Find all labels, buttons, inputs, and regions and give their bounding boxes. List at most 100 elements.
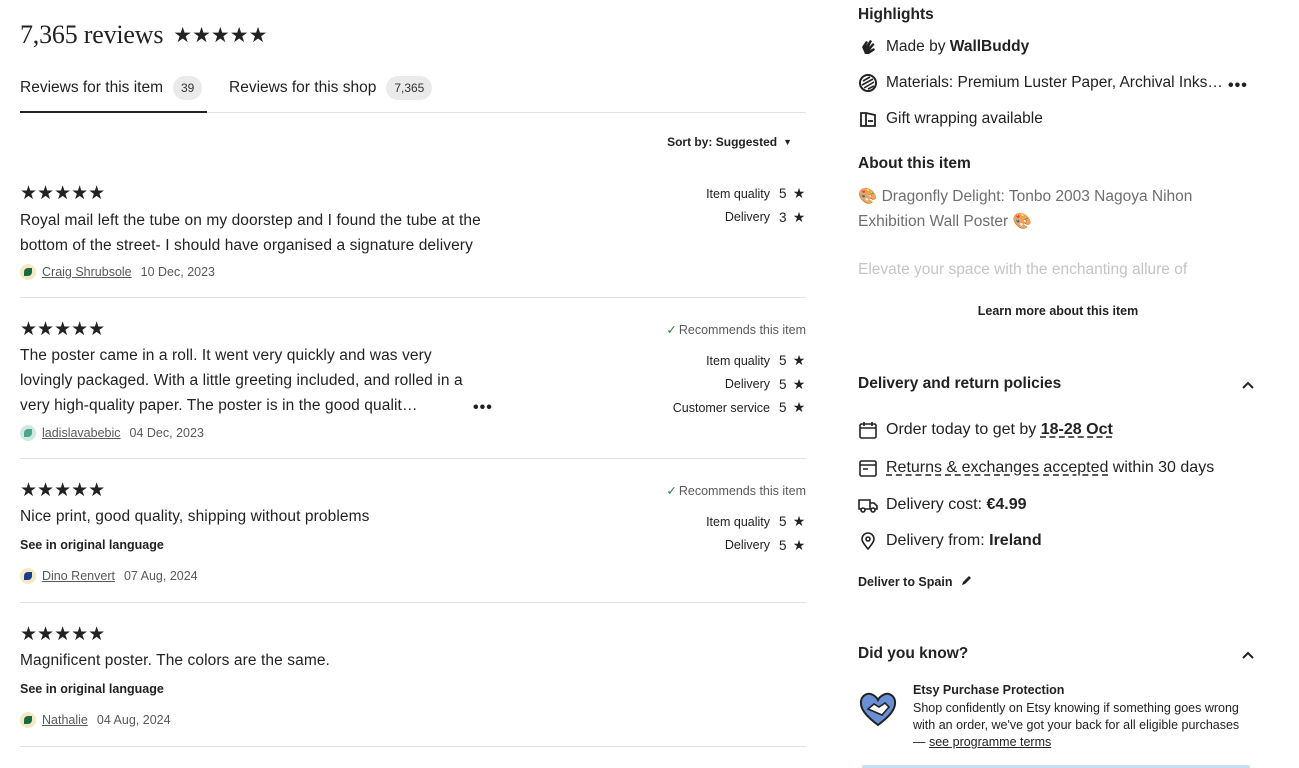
sort-label: Sort by: Suggested bbox=[667, 135, 778, 149]
rating-line: Item quality 5 ★ bbox=[706, 510, 806, 534]
highlights-title: Highlights bbox=[858, 6, 934, 23]
review-stars: ★★★★★ bbox=[20, 319, 106, 340]
rating-name: Delivery bbox=[724, 538, 770, 553]
review-text: Nice print, good quality, shipping witho… bbox=[20, 508, 370, 525]
rating-value: 5 bbox=[779, 514, 787, 530]
rating-value: 5 bbox=[779, 400, 787, 416]
tab-label: Reviews for this shop bbox=[229, 79, 377, 96]
star-icon: ★ bbox=[792, 185, 806, 202]
see-original-language-button[interactable]: See in original language bbox=[20, 682, 164, 696]
star-icon: ★ bbox=[792, 536, 806, 553]
materials-more-button[interactable]: ••• bbox=[1228, 77, 1248, 95]
did-you-know-toggle[interactable]: Did you know? bbox=[858, 645, 1254, 663]
delivery-policies-title: Delivery and return policies bbox=[858, 375, 1062, 392]
avatar bbox=[20, 712, 36, 728]
learn-more-button[interactable]: Learn more about this item bbox=[858, 304, 1258, 318]
chevron-up-icon bbox=[1242, 377, 1254, 392]
materials-icon bbox=[858, 73, 878, 93]
reviews-section: 7,365 reviews ★★★★★ Reviews for this ite… bbox=[20, 0, 806, 768]
cost-value: €4.99 bbox=[986, 496, 1027, 513]
review-stars: ★★★★★ bbox=[20, 624, 106, 645]
policy-delivery-cost: Delivery cost: €4.99 bbox=[858, 495, 1027, 515]
overall-rating-stars: ★★★★★ bbox=[173, 23, 268, 47]
see-original-language-button[interactable]: See in original language bbox=[20, 538, 164, 552]
deliver-to-button[interactable]: Deliver to Spain bbox=[858, 574, 973, 590]
review-ratings: ✓ Recommends this item Item quality 5 ★ D… bbox=[666, 483, 806, 557]
rating-name: Item quality bbox=[706, 353, 770, 368]
review-item: ★★★★★ Royal mail left the tube on my doo… bbox=[20, 170, 806, 298]
policy-order-date: Order today to get by 18-28 Oct bbox=[858, 420, 1113, 440]
tab-count-badge: 7,365 bbox=[386, 76, 433, 100]
highlight-gift-wrapping: Gift wrapping available bbox=[858, 109, 1258, 129]
gift-wrapping-text: Gift wrapping available bbox=[886, 110, 1043, 127]
avatar bbox=[20, 264, 36, 280]
review-item: ★★★★★ Nice print, good quality, shipping… bbox=[20, 459, 806, 603]
expand-review-button[interactable]: ••• bbox=[473, 399, 493, 417]
protection-title: Etsy Purchase Protection bbox=[913, 683, 1065, 697]
about-text: 🎨 Dragonfly Delight: Tonbo 2003 Nagoya N… bbox=[858, 188, 1193, 230]
did-you-know-title: Did you know? bbox=[858, 645, 969, 662]
from-prefix: Delivery from: bbox=[886, 532, 990, 549]
author-name-link[interactable]: ladislavabebic bbox=[42, 426, 121, 440]
avatar bbox=[20, 568, 36, 584]
star-icon: ★ bbox=[792, 375, 806, 392]
review-date: 07 Aug, 2024 bbox=[123, 569, 198, 583]
rating-value: 5 bbox=[779, 353, 787, 369]
location-pin-icon bbox=[858, 531, 878, 551]
star-icon: ★ bbox=[792, 208, 806, 225]
rating-line: Delivery 3 ★ bbox=[725, 206, 806, 230]
tab-reviews-item[interactable]: Reviews for this item 39 bbox=[20, 76, 207, 113]
rating-line: Item quality 5 ★ bbox=[706, 349, 806, 373]
review-date: 10 Dec, 2023 bbox=[140, 265, 215, 279]
rating-line: Customer service 5 ★ bbox=[673, 396, 806, 420]
protection-body: Shop confidently on Etsy knowing if some… bbox=[913, 700, 1248, 751]
order-prefix: Order today to get by bbox=[886, 421, 1041, 438]
review-text: The poster came in a roll. It went very … bbox=[20, 347, 463, 414]
tab-reviews-shop[interactable]: Reviews for this shop 7,365 bbox=[229, 76, 433, 113]
caret-down-icon: ▼ bbox=[783, 137, 792, 147]
rating-name: Customer service bbox=[672, 400, 770, 415]
rating-name: Delivery bbox=[724, 210, 770, 225]
review-item: ★★★★★ The poster came in a roll. It went… bbox=[20, 298, 806, 459]
deliver-to-label: Deliver to Spain bbox=[858, 575, 953, 589]
author-name-link[interactable]: Dino Renvert bbox=[42, 569, 115, 583]
review-date: 04 Dec, 2023 bbox=[129, 426, 204, 440]
author-name-link[interactable]: Nathalie bbox=[42, 713, 88, 727]
review-text: Royal mail left the tube on my doorstep … bbox=[20, 212, 481, 254]
check-icon: ✓ bbox=[666, 323, 677, 337]
highlight-made-by: Made by WallBuddy bbox=[858, 37, 1258, 57]
made-by-prefix: Made by bbox=[886, 38, 950, 55]
review-ratings: Item quality 5 ★ Delivery 3 ★ bbox=[706, 182, 806, 229]
rating-value: 5 bbox=[779, 186, 787, 202]
recommends-text: Recommends this item bbox=[678, 323, 806, 337]
rating-line: Delivery 5 ★ bbox=[725, 534, 806, 558]
materials-text: Materials: Premium Luster Paper, Archiva… bbox=[886, 74, 1226, 91]
review-author: Dino Renvert 07 Aug, 2024 bbox=[20, 568, 198, 584]
returns-link[interactable]: Returns & exchanges accepted bbox=[886, 459, 1108, 477]
from-value: Ireland bbox=[989, 532, 1042, 549]
rating-value: 3 bbox=[779, 209, 787, 225]
star-icon: ★ bbox=[792, 513, 806, 530]
rating-line: Item quality 5 ★ bbox=[706, 182, 806, 206]
review-author: Craig Shrubsole 10 Dec, 2023 bbox=[20, 264, 215, 280]
delivery-policies-toggle[interactable]: Delivery and return policies bbox=[858, 375, 1254, 393]
item-details-panel: Highlights Made by WallBuddy Materials: … bbox=[858, 0, 1268, 768]
sort-dropdown[interactable]: Sort by: Suggested ▼ bbox=[667, 135, 792, 149]
programme-terms-link[interactable]: see programme terms bbox=[929, 735, 1051, 749]
review-ratings: ✓ Recommends this item Item quality 5 ★ D… bbox=[666, 322, 806, 420]
reviews-count: 7,365 reviews bbox=[20, 20, 164, 49]
order-dates-link[interactable]: 18-28 Oct bbox=[1041, 421, 1113, 439]
shop-name: WallBuddy bbox=[949, 38, 1030, 55]
about-text-faded: Elevate your space with the enchanting a… bbox=[858, 261, 1188, 278]
rating-value: 5 bbox=[779, 537, 787, 553]
review-author: Nathalie 04 Aug, 2024 bbox=[20, 712, 171, 728]
hand-icon bbox=[858, 37, 878, 57]
rating-line: Delivery 5 ★ bbox=[725, 373, 806, 397]
returns-icon bbox=[858, 458, 878, 478]
truck-icon bbox=[858, 495, 878, 515]
review-tabs: Reviews for this item 39 Reviews for thi… bbox=[20, 76, 806, 113]
gift-icon bbox=[858, 109, 878, 129]
author-name-link[interactable]: Craig Shrubsole bbox=[42, 265, 132, 279]
review-stars: ★★★★★ bbox=[20, 183, 106, 204]
review-author: ladislavabebic 04 Dec, 2023 bbox=[20, 425, 204, 441]
